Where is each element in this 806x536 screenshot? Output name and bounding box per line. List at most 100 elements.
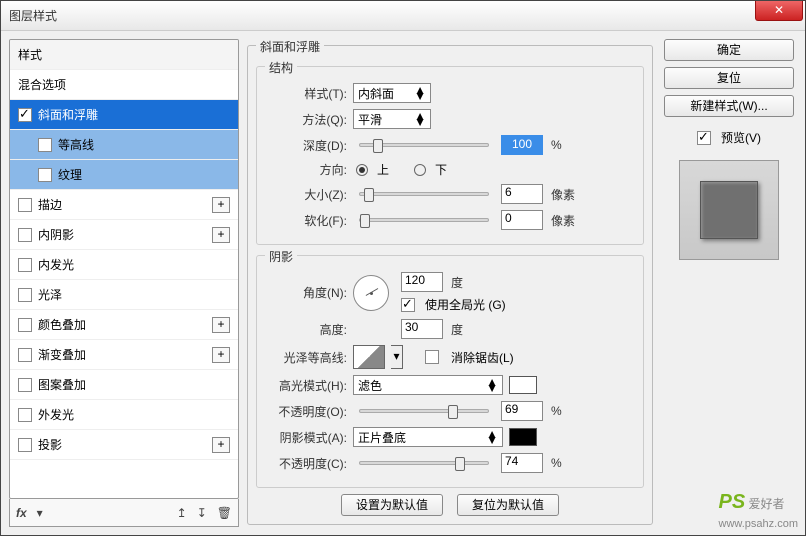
sidebar-item-pattern-overlay[interactable]: 图案叠加 — [10, 370, 238, 400]
bevel-group: 斜面和浮雕 结构 样式(T): 内斜面▲▼ 方法(Q): 平滑▲▼ 深度(D): — [247, 45, 653, 525]
angle-dial[interactable] — [353, 275, 389, 311]
sidebar-blend-options[interactable]: 混合选项 — [10, 70, 238, 100]
shadow-mode-label: 阴影模式(A): — [265, 429, 347, 446]
checkbox-drop-shadow[interactable] — [18, 438, 32, 452]
trash-icon[interactable]: 🗑 — [217, 506, 232, 520]
checkbox-bevel[interactable] — [18, 108, 32, 122]
add-drop-shadow-button[interactable]: + — [212, 437, 230, 453]
move-down-icon[interactable]: ↧ — [197, 506, 207, 520]
checkbox-stroke[interactable] — [18, 198, 32, 212]
sidebar-item-stroke[interactable]: 描边 + — [10, 190, 238, 220]
soften-label: 软化(F): — [265, 212, 347, 229]
shadow-mode-select[interactable]: 正片叠底▲▼ — [353, 427, 503, 447]
depth-input[interactable]: 100 — [501, 135, 543, 155]
add-stroke-button[interactable]: + — [212, 197, 230, 213]
angle-label: 角度(N): — [265, 284, 347, 301]
new-style-button[interactable]: 新建样式(W)... — [664, 95, 794, 117]
sidebar-header[interactable]: 样式 — [10, 40, 238, 70]
layer-style-dialog: 图层样式 ✕ 样式 混合选项 斜面和浮雕 等高线 纹理 — [0, 0, 806, 536]
global-light-checkbox[interactable] — [401, 298, 415, 312]
blend-label: 混合选项 — [18, 76, 66, 93]
size-slider[interactable] — [359, 192, 489, 196]
highlight-mode-select[interactable]: 滤色▲▼ — [353, 375, 503, 395]
gloss-contour-dropdown[interactable]: ▾ — [391, 345, 403, 369]
checkbox-satin[interactable] — [18, 288, 32, 302]
make-default-button[interactable]: 设置为默认值 — [341, 494, 443, 516]
sidebar-item-color-overlay[interactable]: 颜色叠加 + — [10, 310, 238, 340]
add-inner-shadow-button[interactable]: + — [212, 227, 230, 243]
sidebar-footer: fx ▾ ↥ ↧ 🗑 — [9, 499, 239, 527]
main-panel: 斜面和浮雕 结构 样式(T): 内斜面▲▼ 方法(Q): 平滑▲▼ 深度(D): — [247, 39, 653, 527]
soften-unit: 像素 — [551, 212, 575, 229]
direction-up-radio[interactable] — [356, 164, 368, 176]
window-title: 图层样式 — [9, 7, 57, 24]
titlebar[interactable]: 图层样式 ✕ — [1, 1, 805, 31]
watermark: PS 爱好者 www.psahz.com — [719, 491, 798, 530]
sidebar-item-contour[interactable]: 等高线 — [10, 130, 238, 160]
checkbox-gradient-overlay[interactable] — [18, 348, 32, 362]
gloss-contour-label: 光泽等高线: — [265, 349, 347, 366]
close-button[interactable]: ✕ — [755, 1, 803, 21]
add-gradient-overlay-button[interactable]: + — [212, 347, 230, 363]
size-input[interactable]: 6 — [501, 184, 543, 204]
sidebar-item-gradient-overlay[interactable]: 渐变叠加 + — [10, 340, 238, 370]
technique-select[interactable]: 平滑▲▼ — [353, 109, 431, 129]
checkbox-color-overlay[interactable] — [18, 318, 32, 332]
sidebar-item-inner-glow[interactable]: 内发光 — [10, 250, 238, 280]
checkbox-texture[interactable] — [38, 168, 52, 182]
shadow-color-swatch[interactable] — [509, 428, 537, 446]
add-color-overlay-button[interactable]: + — [212, 317, 230, 333]
styles-sidebar: 样式 混合选项 斜面和浮雕 等高线 纹理 描边 + — [9, 39, 239, 527]
sidebar-item-outer-glow[interactable]: 外发光 — [10, 400, 238, 430]
shadow-opacity-input[interactable]: 74 — [501, 453, 543, 473]
highlight-opacity-slider[interactable] — [359, 409, 489, 413]
angle-input[interactable]: 120 — [401, 272, 443, 292]
sidebar-item-inner-shadow[interactable]: 内阴影 + — [10, 220, 238, 250]
sidebar-header-label: 样式 — [18, 46, 42, 63]
checkbox-pattern-overlay[interactable] — [18, 378, 32, 392]
structure-title: 结构 — [265, 59, 297, 76]
sidebar-item-satin[interactable]: 光泽 — [10, 280, 238, 310]
highlight-opacity-input[interactable]: 69 — [501, 401, 543, 421]
style-list: 样式 混合选项 斜面和浮雕 等高线 纹理 描边 + — [9, 39, 239, 499]
reset-default-button[interactable]: 复位为默认值 — [457, 494, 559, 516]
global-light-label: 使用全局光 (G) — [425, 296, 506, 313]
depth-unit: % — [551, 138, 562, 152]
highlight-opacity-label: 不透明度(O): — [265, 403, 347, 420]
chevron-down-icon[interactable]: ▾ — [37, 506, 43, 520]
sidebar-item-bevel[interactable]: 斜面和浮雕 — [10, 100, 238, 130]
altitude-input[interactable]: 30 — [401, 319, 443, 339]
shadow-opacity-slider[interactable] — [359, 461, 489, 465]
soften-slider[interactable] — [359, 218, 489, 222]
sidebar-item-drop-shadow[interactable]: 投影 + — [10, 430, 238, 460]
altitude-label: 高度: — [265, 321, 347, 338]
preview-checkbox[interactable] — [697, 131, 711, 145]
sidebar-item-texture[interactable]: 纹理 — [10, 160, 238, 190]
size-unit: 像素 — [551, 186, 575, 203]
highlight-color-swatch[interactable] — [509, 376, 537, 394]
checkbox-inner-shadow[interactable] — [18, 228, 32, 242]
checkbox-contour[interactable] — [38, 138, 52, 152]
depth-slider[interactable] — [359, 143, 489, 147]
gloss-contour-picker[interactable] — [353, 345, 385, 369]
highlight-mode-label: 高光模式(H): — [265, 377, 347, 394]
shadow-opacity-label: 不透明度(C): — [265, 455, 347, 472]
structure-group: 结构 样式(T): 内斜面▲▼ 方法(Q): 平滑▲▼ 深度(D): 100 % — [256, 66, 644, 245]
checkbox-outer-glow[interactable] — [18, 408, 32, 422]
right-column: 确定 复位 新建样式(W)... 预览(V) — [661, 39, 797, 527]
ok-button[interactable]: 确定 — [664, 39, 794, 61]
antialias-label: 消除锯齿(L) — [451, 349, 514, 366]
shading-group: 阴影 角度(N): 120 度 使用全局光 (G) — [256, 255, 644, 488]
move-up-icon[interactable]: ↥ — [177, 506, 187, 520]
shading-title: 阴影 — [265, 248, 297, 265]
cancel-button[interactable]: 复位 — [664, 67, 794, 89]
preview-swatch — [700, 181, 758, 239]
checkbox-inner-glow[interactable] — [18, 258, 32, 272]
fx-icon[interactable]: fx — [16, 506, 27, 520]
technique-label: 方法(Q): — [265, 111, 347, 128]
soften-input[interactable]: 0 — [501, 210, 543, 230]
direction-down-radio[interactable] — [414, 164, 426, 176]
antialias-checkbox[interactable] — [425, 350, 439, 364]
bevel-group-title: 斜面和浮雕 — [256, 39, 324, 55]
style-select[interactable]: 内斜面▲▼ — [353, 83, 431, 103]
